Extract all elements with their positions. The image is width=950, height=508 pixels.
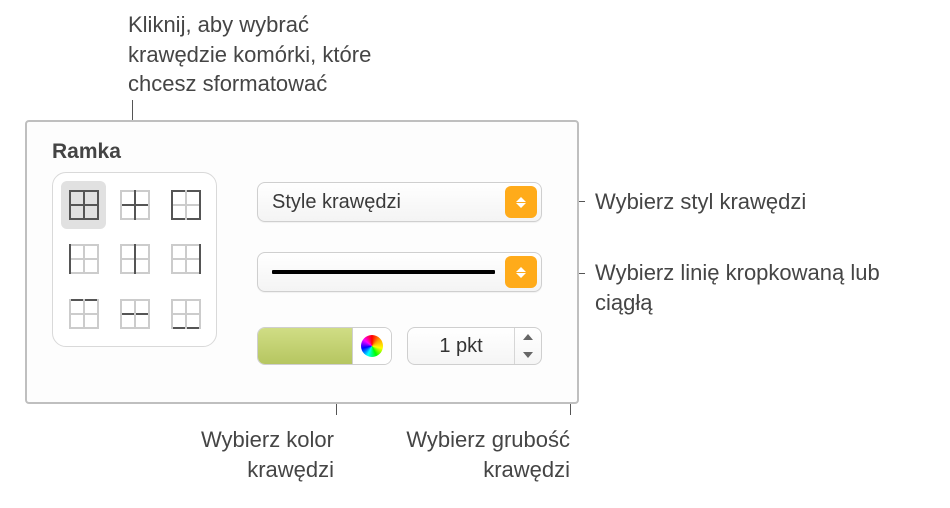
chevron-up-down-icon (505, 256, 537, 288)
callout-style: Wybierz styl krawędzi (595, 187, 806, 217)
border-style-dropdown[interactable]: Style krawędzi (257, 182, 542, 222)
callout-line: Wybierz linię kropkowaną lub ciągłą (595, 258, 925, 317)
stepper-down[interactable] (515, 346, 541, 364)
edge-vertical[interactable] (112, 235, 157, 283)
edge-all[interactable] (61, 181, 106, 229)
callout-width: Wybierz grubość krawędzi (370, 425, 570, 484)
edge-right[interactable] (163, 235, 208, 283)
border-style-label: Style krawędzi (258, 191, 505, 214)
solid-line-icon (272, 270, 495, 274)
chevron-up-down-icon (505, 186, 537, 218)
border-width-value: 1 pkt (408, 335, 514, 358)
line-type-dropdown[interactable] (257, 252, 542, 292)
border-panel: Ramka (25, 120, 579, 404)
callout-edges: Kliknij, aby wybrać krawędzie komórki, k… (128, 10, 388, 99)
edge-horizontal[interactable] (112, 290, 157, 338)
stepper-arrows[interactable] (514, 328, 541, 364)
border-width-stepper[interactable]: 1 pkt (407, 327, 542, 365)
edge-selection-grid (52, 172, 217, 347)
border-color-well[interactable] (257, 327, 392, 365)
color-wheel-icon (361, 335, 383, 357)
edge-left[interactable] (61, 235, 106, 283)
stepper-up[interactable] (515, 328, 541, 346)
section-title-ramka: Ramka (52, 140, 121, 164)
edge-bottom[interactable] (163, 290, 208, 338)
edge-inside[interactable] (112, 181, 157, 229)
color-swatch[interactable] (258, 328, 353, 364)
color-wheel-button[interactable] (353, 328, 391, 364)
callout-color: Wybierz kolor krawędzi (134, 425, 334, 484)
edge-top[interactable] (61, 290, 106, 338)
edge-outside[interactable] (163, 181, 208, 229)
